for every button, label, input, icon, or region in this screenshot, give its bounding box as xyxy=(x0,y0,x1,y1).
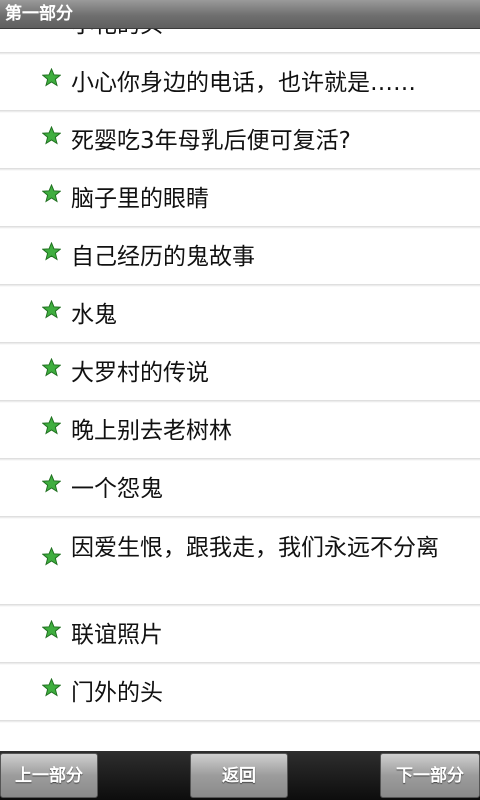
list-item-label: 脑子里的眼睛 xyxy=(71,186,209,212)
list-item[interactable]: 大罗村的传说 xyxy=(0,345,480,403)
list-item[interactable]: 自己经历的鬼故事 xyxy=(0,229,480,287)
list-item[interactable]: 因爱生恨，跟我走，我们永远不分离 xyxy=(0,519,480,607)
star-icon xyxy=(42,620,61,639)
list-item-label: 小心你身边的电话，也许就是…… xyxy=(71,70,416,96)
list-item[interactable]: 一个怨鬼 xyxy=(0,461,480,519)
list-item-label: 死婴吃3年母乳后便可复活? xyxy=(71,128,351,154)
star-icon xyxy=(42,184,61,203)
list-item[interactable]: 小花的头 xyxy=(0,29,480,55)
list-item-label: 一个怨鬼 xyxy=(71,476,163,502)
list-item[interactable]: 水鬼 xyxy=(0,287,480,345)
star-icon xyxy=(42,68,61,87)
star-icon xyxy=(42,678,61,697)
list-item-label: 门外的头 xyxy=(71,680,163,706)
previous-part-button[interactable]: 上一部分 xyxy=(0,753,98,798)
list-item[interactable]: 小心你身边的电话，也许就是…… xyxy=(0,55,480,113)
star-icon xyxy=(42,242,61,261)
star-icon xyxy=(42,358,61,377)
list-item[interactable]: 联谊照片 xyxy=(0,607,480,665)
list-item-label: 水鬼 xyxy=(71,302,117,328)
list-item-label: 自己经历的鬼故事 xyxy=(71,244,255,270)
list-item-label: 晚上别去老树林 xyxy=(71,418,232,444)
list-item-label: 因爱生恨，跟我走，我们永远不分离 xyxy=(71,535,439,561)
star-icon xyxy=(42,416,61,435)
star-icon xyxy=(42,126,61,145)
list-item-label: 小花的头 xyxy=(71,29,472,40)
story-list[interactable]: 小花的头 小心你身边的电话，也许就是…… 死婴吃3年母乳后便可复活? 脑子里的眼… xyxy=(0,29,480,751)
star-icon xyxy=(42,474,61,493)
bottom-toolbar: 上一部分 返回 下一部分 xyxy=(0,751,480,800)
page-title: 第一部分 xyxy=(5,4,73,24)
list-item-label: 大罗村的传说 xyxy=(71,360,209,386)
title-bar: 第一部分 xyxy=(0,0,480,29)
list-item[interactable]: 晚上别去老树林 xyxy=(0,403,480,461)
next-part-button[interactable]: 下一部分 xyxy=(380,753,480,798)
list-item[interactable]: 门外的头 xyxy=(0,665,480,723)
back-button[interactable]: 返回 xyxy=(190,753,288,798)
star-icon xyxy=(42,547,61,566)
list-item[interactable]: 死婴吃3年母乳后便可复活? xyxy=(0,113,480,171)
star-icon xyxy=(42,300,61,319)
list-item-label: 联谊照片 xyxy=(71,622,163,648)
list-item[interactable]: 脑子里的眼睛 xyxy=(0,171,480,229)
